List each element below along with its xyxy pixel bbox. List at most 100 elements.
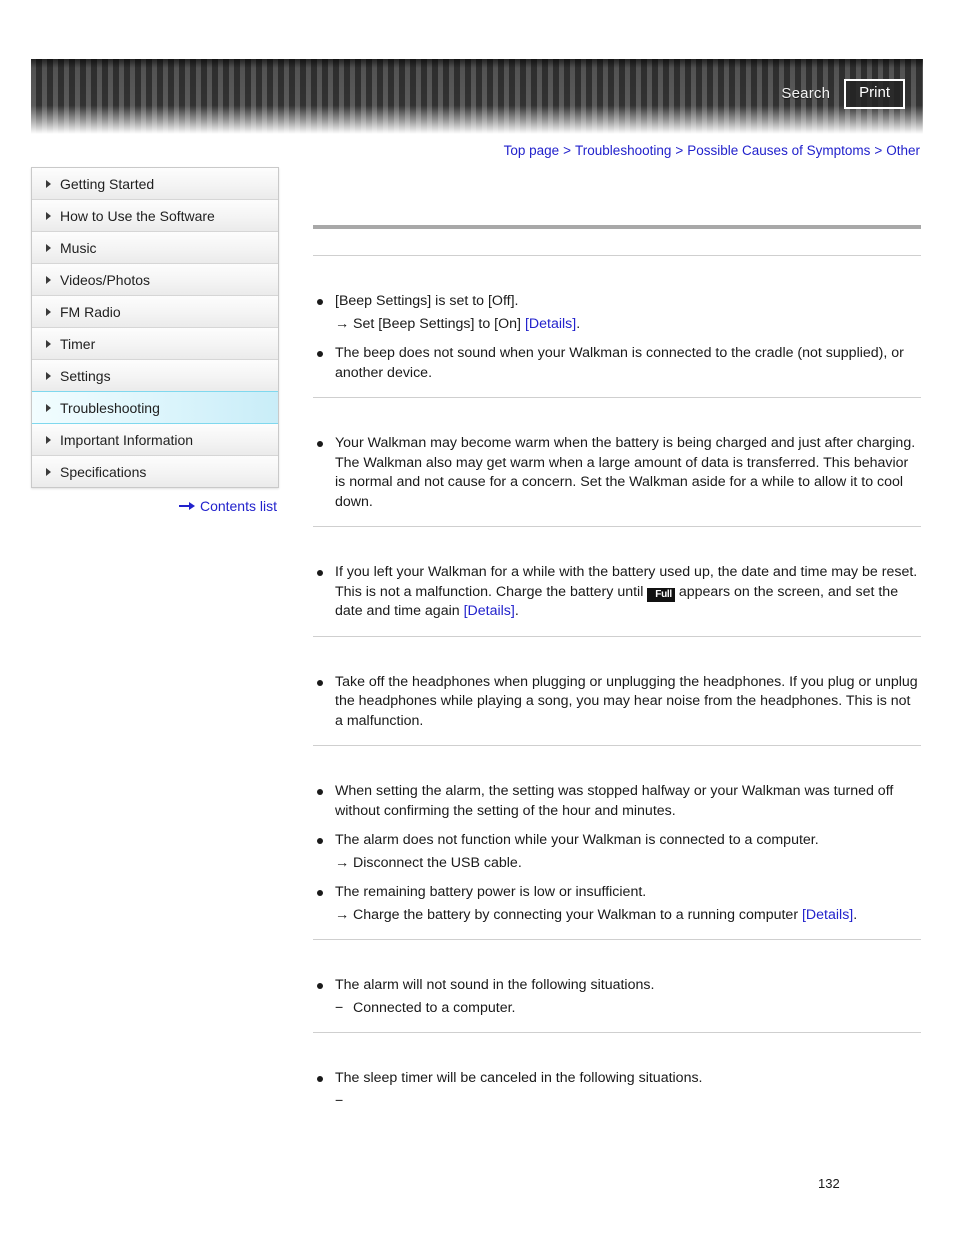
- sidebar-item-troubleshooting[interactable]: Troubleshooting: [32, 391, 278, 424]
- details-link[interactable]: [Details]: [802, 907, 853, 923]
- right-arrow-icon: [178, 498, 195, 514]
- sidebar-item-music[interactable]: Music: [32, 231, 278, 263]
- battery-full-icon: Full: [647, 587, 675, 602]
- arrow-right-icon: →: [335, 854, 350, 871]
- chevron-right-icon: [46, 467, 51, 476]
- list-item: [Beep Settings] is set to [Off]. → Set [Be…: [313, 292, 921, 334]
- bullet-dot-icon: [317, 1076, 323, 1082]
- dash-icon: −: [335, 999, 344, 1016]
- section-body: [Beep Settings] is set to [Off]. → Set [Be…: [313, 278, 921, 397]
- chevron-right-icon: [46, 403, 51, 412]
- bullet-dot-icon: [317, 983, 323, 989]
- sidebar-item-settings[interactable]: Settings: [32, 359, 278, 391]
- print-button[interactable]: Print: [844, 79, 905, 109]
- list-item-text: The alarm does not function while your W…: [335, 832, 819, 848]
- sidebar-item-fm-radio[interactable]: FM Radio: [32, 295, 278, 327]
- list-item: If you left your Walkman for a while wit…: [313, 563, 921, 622]
- contents-list-link[interactable]: Contents list: [31, 498, 277, 515]
- list-item-text: If you left your Walkman for a while wit…: [335, 564, 918, 619]
- page-title: [313, 229, 921, 255]
- sidebar-item-label: Important Information: [60, 431, 194, 448]
- list-item-text: The beep does not sound when your Walkma…: [335, 345, 904, 381]
- section-body: If you left your Walkman for a while wit…: [313, 549, 921, 636]
- sidebar-item-how-to-use-the-software[interactable]: How to Use the Software: [32, 199, 278, 231]
- content-section: [Beep Settings] is set to [Off]. → Set [Be…: [313, 225, 921, 397]
- bullet-list: Take off the headphones when plugging or…: [313, 673, 921, 732]
- sidebar-item-label: Videos/Photos: [60, 271, 151, 288]
- sidebar-nav: Getting Started How to Use the Software Mu…: [31, 167, 279, 488]
- sub-item-text: Set [Beep Settings] to [On] [Details].: [353, 315, 581, 332]
- chevron-right-icon: [46, 307, 51, 316]
- sidebar-item-label: Music: [60, 239, 97, 256]
- details-link[interactable]: [Details]: [525, 316, 576, 332]
- bullet-list: If you left your Walkman for a while wit…: [313, 563, 921, 622]
- sidebar-item-label: Settings: [60, 367, 111, 384]
- sub-item-text: Disconnect the USB cable.: [353, 854, 522, 871]
- sidebar-item-label: Specifications: [60, 463, 147, 480]
- sidebar-item-label: Getting Started: [60, 175, 155, 192]
- content-section: If you left your Walkman for a while wit…: [313, 526, 921, 636]
- list-item-text: [Beep Settings] is set to [Off].: [335, 293, 519, 309]
- bullet-dot-icon: [317, 299, 323, 305]
- breadcrumb-item[interactable]: Top page: [504, 143, 560, 158]
- chevron-right-icon: [46, 275, 51, 284]
- bullet-dot-icon: [317, 570, 323, 576]
- breadcrumb-separator: >: [563, 143, 572, 158]
- sub-item: → Disconnect the USB cable.: [335, 854, 921, 874]
- chevron-right-icon: [46, 339, 51, 348]
- bullet-dot-icon: [317, 838, 323, 844]
- page-number: 132: [818, 1176, 840, 1191]
- list-item: The remaining battery power is low or in…: [313, 883, 921, 925]
- breadcrumb-item[interactable]: Troubleshooting: [575, 143, 671, 158]
- section-title: [313, 637, 921, 659]
- content-section: When setting the alarm, the setting was …: [313, 745, 921, 939]
- details-link[interactable]: [Details]: [464, 603, 515, 619]
- sidebar-item-important-information[interactable]: Important Information: [32, 424, 278, 455]
- chevron-right-icon: [46, 211, 51, 220]
- content-section: Your Walkman may become warm when the ba…: [313, 397, 921, 526]
- bullet-list: [Beep Settings] is set to [Off]. → Set [Be…: [313, 292, 921, 383]
- sidebar-item-label: Troubleshooting: [60, 399, 160, 416]
- section-title: [313, 398, 921, 420]
- section-body: The alarm will not sound in the followin…: [313, 962, 921, 1032]
- sidebar-item-timer[interactable]: Timer: [32, 327, 278, 359]
- sidebar-item-specifications[interactable]: Specifications: [32, 455, 278, 487]
- sub-item-text: Connected to a computer.: [353, 999, 516, 1016]
- sidebar-item-label: FM Radio: [60, 303, 121, 320]
- header-actions: Search Print: [781, 79, 905, 109]
- list-item: When setting the alarm, the setting was …: [313, 782, 921, 821]
- bullet-dot-icon: [317, 890, 323, 896]
- content-section: The alarm will not sound in the followin…: [313, 939, 921, 1032]
- chevron-right-icon: [46, 371, 51, 380]
- list-item: The beep does not sound when your Walkma…: [313, 344, 921, 383]
- section-title: [313, 527, 921, 549]
- section-body: Your Walkman may become warm when the ba…: [313, 420, 921, 526]
- bullet-list: When setting the alarm, the setting was …: [313, 782, 921, 925]
- list-item-text: Your Walkman may become warm when the ba…: [335, 435, 916, 510]
- breadcrumb-item[interactable]: Other: [886, 143, 920, 158]
- list-item: Your Walkman may become warm when the ba…: [313, 434, 921, 512]
- content-section: Take off the headphones when plugging or…: [313, 635, 921, 746]
- dash-icon: −: [335, 1092, 344, 1109]
- sub-item: → Charge the battery by connecting your W…: [335, 906, 921, 926]
- contents-list-label: Contents list: [199, 498, 277, 514]
- section-title: [313, 256, 921, 278]
- sidebar-item-getting-started[interactable]: Getting Started: [32, 167, 278, 199]
- sidebar-item-videos-photos[interactable]: Videos/Photos: [32, 263, 278, 295]
- list-item-text: The remaining battery power is low or in…: [335, 884, 647, 900]
- list-item-text: Take off the headphones when plugging or…: [335, 673, 918, 729]
- bullet-dot-icon: [317, 789, 323, 795]
- sidebar-item-label: How to Use the Software: [60, 207, 215, 224]
- bullet-list: The alarm will not sound in the followin…: [313, 976, 921, 1018]
- section-body: The sleep timer will be canceled in the …: [313, 1055, 921, 1109]
- list-item: The sleep timer will be canceled in the …: [313, 1069, 921, 1109]
- bullet-dot-icon: [317, 441, 323, 447]
- search-label[interactable]: Search: [781, 85, 830, 102]
- sub-item: → Set [Beep Settings] to [On] [Details].: [335, 315, 921, 335]
- section-title: [313, 1033, 921, 1055]
- sidebar-item-label: Timer: [60, 335, 96, 352]
- breadcrumb-item[interactable]: Possible Causes of Symptoms: [687, 143, 870, 158]
- list-item: The alarm will not sound in the followin…: [313, 976, 921, 1018]
- list-item: The alarm does not function while your W…: [313, 831, 921, 873]
- sub-item-text: Charge the battery by connecting your Wa…: [353, 906, 858, 923]
